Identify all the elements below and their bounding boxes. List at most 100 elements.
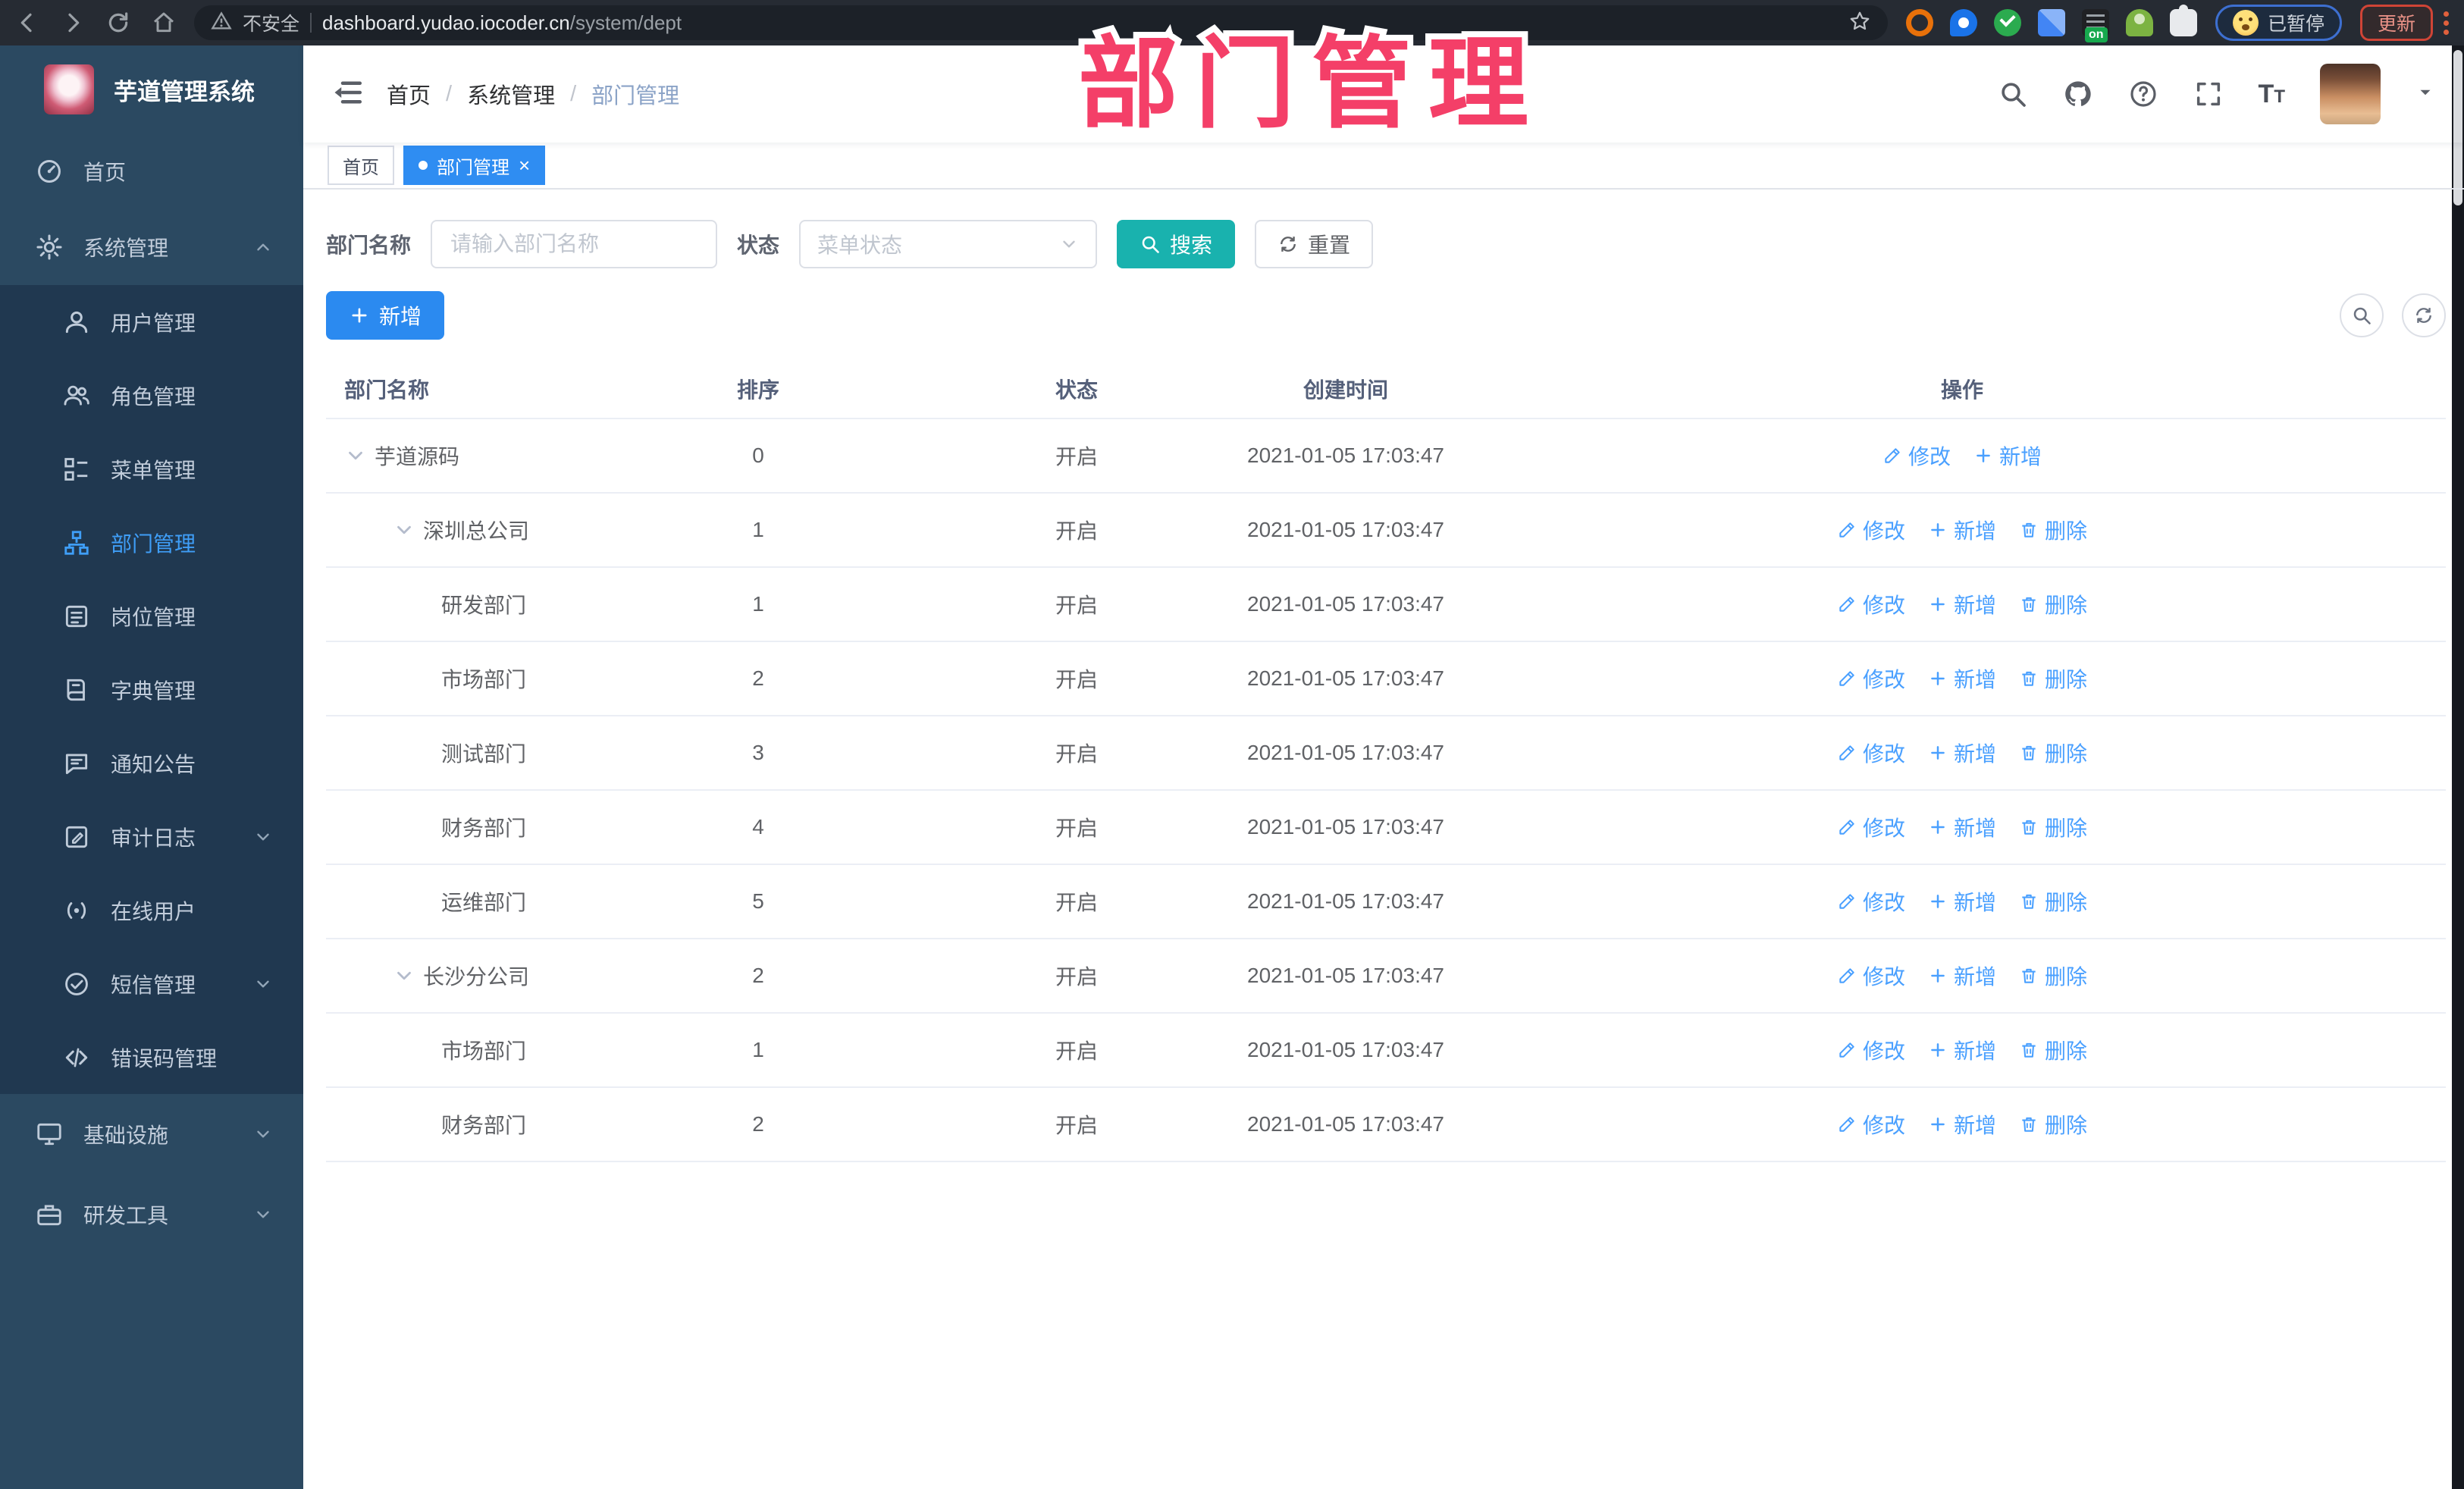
sidebar-item-system[interactable]: 系统管理 — [0, 209, 303, 285]
add-link[interactable]: 新增 — [1928, 1109, 1996, 1139]
dept-name-input[interactable] — [431, 220, 718, 268]
update-button[interactable]: 更新 — [2359, 5, 2433, 41]
sidebar-item-home[interactable]: 首页 — [0, 133, 303, 209]
address-bar[interactable]: 不安全 dashboard.yudao.iocoder.cn/system/de… — [194, 5, 1888, 40]
add-link[interactable]: 新增 — [1928, 812, 1996, 842]
add-link[interactable]: 新增 — [1928, 961, 1996, 991]
dept-status: 开启 — [940, 1013, 1213, 1088]
extension-icon[interactable] — [2125, 9, 2153, 36]
bookmark-star-icon[interactable] — [1848, 10, 1871, 36]
delete-link[interactable]: 删除 — [2019, 738, 2087, 768]
url-text[interactable]: dashboard.yudao.iocoder.cn/system/dept — [322, 11, 682, 35]
org-icon — [62, 528, 91, 557]
delete-link[interactable]: 删除 — [2019, 961, 2087, 991]
status-select[interactable]: 菜单状态 — [799, 220, 1098, 268]
dept-name-cell: 市场部门 — [326, 663, 576, 694]
table-row: 运维部门 5 开启 2021-01-05 17:03:47 修改 新增 删除 — [326, 864, 2446, 939]
dept-status: 开启 — [940, 790, 1213, 865]
sidebar-item-devtools[interactable]: 研发工具 — [0, 1174, 303, 1255]
help-icon[interactable] — [2128, 79, 2158, 109]
reload-icon[interactable] — [106, 11, 130, 35]
forward-icon[interactable] — [61, 11, 85, 35]
edit-link[interactable]: 修改 — [1837, 812, 1905, 842]
fullscreen-icon[interactable] — [2193, 79, 2224, 109]
edit-link[interactable]: 修改 — [1837, 738, 1905, 768]
window-scrollbar[interactable] — [2452, 45, 2464, 1489]
dept-name-cell: 长沙分公司 — [326, 961, 576, 991]
home-icon[interactable] — [152, 11, 176, 35]
sidebar-item-dept[interactable]: 部门管理 — [0, 506, 303, 579]
sidebar-item-menus[interactable]: 菜单管理 — [0, 432, 303, 506]
edit-link[interactable]: 修改 — [1837, 886, 1905, 917]
add-link[interactable]: 新增 — [1928, 738, 1996, 768]
search-icon[interactable] — [1998, 79, 2028, 109]
add-link[interactable]: 新增 — [1928, 1035, 1996, 1065]
profile-paused-pill[interactable]: 已暂停 — [2215, 5, 2342, 41]
sidebar-item-notice[interactable]: 通知公告 — [0, 726, 303, 800]
hamburger-icon[interactable] — [332, 77, 364, 112]
delete-link[interactable]: 删除 — [2019, 1035, 2087, 1065]
extension-icon[interactable] — [1905, 9, 1933, 36]
add-button[interactable]: 新增 — [326, 291, 445, 340]
toggle-search-button[interactable] — [2340, 293, 2384, 337]
sidebar-item-users[interactable]: 用户管理 — [0, 285, 303, 359]
avatar[interactable] — [2320, 64, 2381, 124]
delete-link[interactable]: 删除 — [2019, 515, 2087, 545]
expand-arrow-icon[interactable] — [393, 519, 415, 541]
tag-close-icon[interactable]: × — [519, 155, 530, 175]
add-link[interactable]: 新增 — [1928, 589, 1996, 619]
font-size-icon[interactable]: TT — [2259, 80, 2285, 109]
reset-button[interactable]: 重置 — [1255, 220, 1374, 268]
delete-link[interactable]: 删除 — [2019, 663, 2087, 694]
delete-link[interactable]: 删除 — [2019, 886, 2087, 917]
expand-arrow-icon[interactable] — [344, 444, 367, 467]
edit-link[interactable]: 修改 — [1837, 1035, 1905, 1065]
sidebar-item-sms[interactable]: 短信管理 — [0, 947, 303, 1020]
edit-link[interactable]: 修改 — [1837, 961, 1905, 991]
edit-icon — [1837, 520, 1857, 540]
add-link[interactable]: 新增 — [1928, 886, 1996, 917]
avatar-caret-icon[interactable] — [2415, 83, 2435, 106]
edit-link[interactable]: 修改 — [1882, 440, 1951, 471]
expand-arrow-icon[interactable] — [393, 964, 415, 987]
sidebar-item-auditlog[interactable]: 审计日志 — [0, 800, 303, 873]
refresh-table-button[interactable] — [2402, 293, 2446, 337]
browser-menu-icon[interactable] — [2444, 11, 2449, 35]
back-icon[interactable] — [15, 11, 39, 35]
url-path: /system/dept — [569, 11, 682, 34]
delete-link[interactable]: 删除 — [2019, 589, 2087, 619]
delete-link[interactable]: 删除 — [2019, 812, 2087, 842]
tag-home[interactable]: 首页 — [328, 146, 394, 185]
sidebar-item-errorcode[interactable]: 错误码管理 — [0, 1020, 303, 1094]
add-link[interactable]: 新增 — [1928, 515, 1996, 545]
edit-link[interactable]: 修改 — [1837, 589, 1905, 619]
app-logo-row[interactable]: 芋道管理系统 — [0, 45, 303, 133]
edit-link[interactable]: 修改 — [1837, 663, 1905, 694]
edit-link[interactable]: 修改 — [1837, 515, 1905, 545]
add-link[interactable]: 新增 — [1973, 440, 2042, 471]
breadcrumb-system[interactable]: 系统管理 — [467, 78, 555, 110]
extension-icon[interactable] — [1993, 9, 2021, 36]
sms-icon — [62, 970, 91, 998]
search-button[interactable]: 搜索 — [1117, 220, 1236, 268]
delete-link[interactable]: 删除 — [2019, 1109, 2087, 1139]
extensions-puzzle-icon[interactable] — [2169, 5, 2197, 36]
extension-icon[interactable] — [1949, 9, 1977, 36]
breadcrumb-home[interactable]: 首页 — [387, 78, 431, 110]
extension-icon[interactable] — [2037, 9, 2065, 36]
insecure-warning-icon[interactable] — [211, 11, 232, 36]
github-icon[interactable] — [2063, 79, 2093, 109]
sidebar-item-infra[interactable]: 基础设施 — [0, 1094, 303, 1174]
extension-adblock-icon[interactable]: on — [2081, 9, 2109, 42]
sidebar-item-roles[interactable]: 角色管理 — [0, 359, 303, 432]
notice-icon — [62, 749, 91, 778]
delete-icon — [2019, 520, 2039, 540]
sidebar-item-dict[interactable]: 字典管理 — [0, 653, 303, 726]
tags-view-bar: 首页 部门管理 × — [303, 143, 2464, 190]
add-link[interactable]: 新增 — [1928, 663, 1996, 694]
tag-dept[interactable]: 部门管理 × — [403, 146, 546, 185]
sidebar-item-online[interactable]: 在线用户 — [0, 873, 303, 947]
edit-link[interactable]: 修改 — [1837, 1109, 1905, 1139]
dept-created-time: 2021-01-05 17:03:47 — [1213, 641, 1478, 716]
sidebar-item-post[interactable]: 岗位管理 — [0, 579, 303, 653]
